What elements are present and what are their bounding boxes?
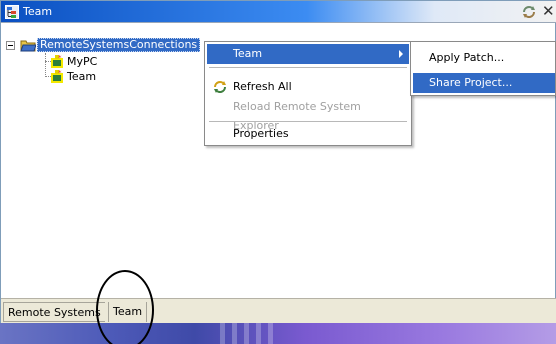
menu-item-label: Team [233, 47, 263, 60]
background-stripe [232, 323, 237, 344]
tab-remote-systems[interactable]: Remote Systems [3, 302, 105, 322]
menu-separator [209, 121, 407, 122]
annotation-circle [96, 270, 154, 344]
menu-item-refresh-all[interactable]: Refresh All [207, 77, 409, 97]
tree-item-mypc[interactable]: MyPC [67, 55, 97, 69]
background-stripe [268, 323, 273, 344]
connection-icon: * [51, 69, 65, 84]
view-title: Team [23, 5, 53, 18]
sync-icon[interactable] [521, 4, 537, 20]
connection-icon: * [51, 54, 65, 69]
background-stripe [256, 323, 261, 344]
collapse-toggle[interactable] [6, 41, 15, 50]
menu-item-reload-remote-system-explorer[interactable]: Reload Remote System Explorer [207, 97, 409, 132]
view-tab-bar: Remote Systems Team [1, 298, 556, 324]
menu-item-label: Properties [233, 127, 289, 140]
context-menu: Team Refresh All Reload Remote System Ex… [204, 41, 412, 146]
svg-text:*: * [58, 55, 62, 62]
tree-view-icon [5, 5, 19, 19]
menu-item-properties[interactable]: Properties [207, 124, 409, 144]
close-icon[interactable]: ✕ [542, 2, 555, 20]
tree-item-team[interactable]: Team [67, 70, 96, 84]
team-submenu: Apply Patch... Share Project... [410, 41, 556, 96]
svg-text:*: * [58, 70, 62, 77]
menu-item-team[interactable]: Team [207, 44, 409, 64]
tree-guide-line [45, 53, 46, 77]
background-stripe [244, 323, 249, 344]
view-title-bar: Team ✕ [1, 1, 556, 23]
desktop-background-strip [0, 323, 556, 344]
folder-open-icon [20, 38, 37, 52]
submenu-arrow-icon [399, 50, 403, 58]
menu-item-share-project[interactable]: Share Project... [413, 73, 555, 93]
menu-item-label: Refresh All [233, 80, 292, 93]
background-stripe [220, 323, 225, 344]
menu-item-label: Apply Patch... [429, 51, 505, 64]
tree-root-item[interactable]: RemoteSystemsConnections [37, 38, 201, 52]
menu-separator [209, 67, 407, 68]
refresh-icon [212, 79, 228, 95]
menu-item-apply-patch[interactable]: Apply Patch... [413, 48, 555, 68]
menu-item-label: Share Project... [429, 76, 513, 89]
